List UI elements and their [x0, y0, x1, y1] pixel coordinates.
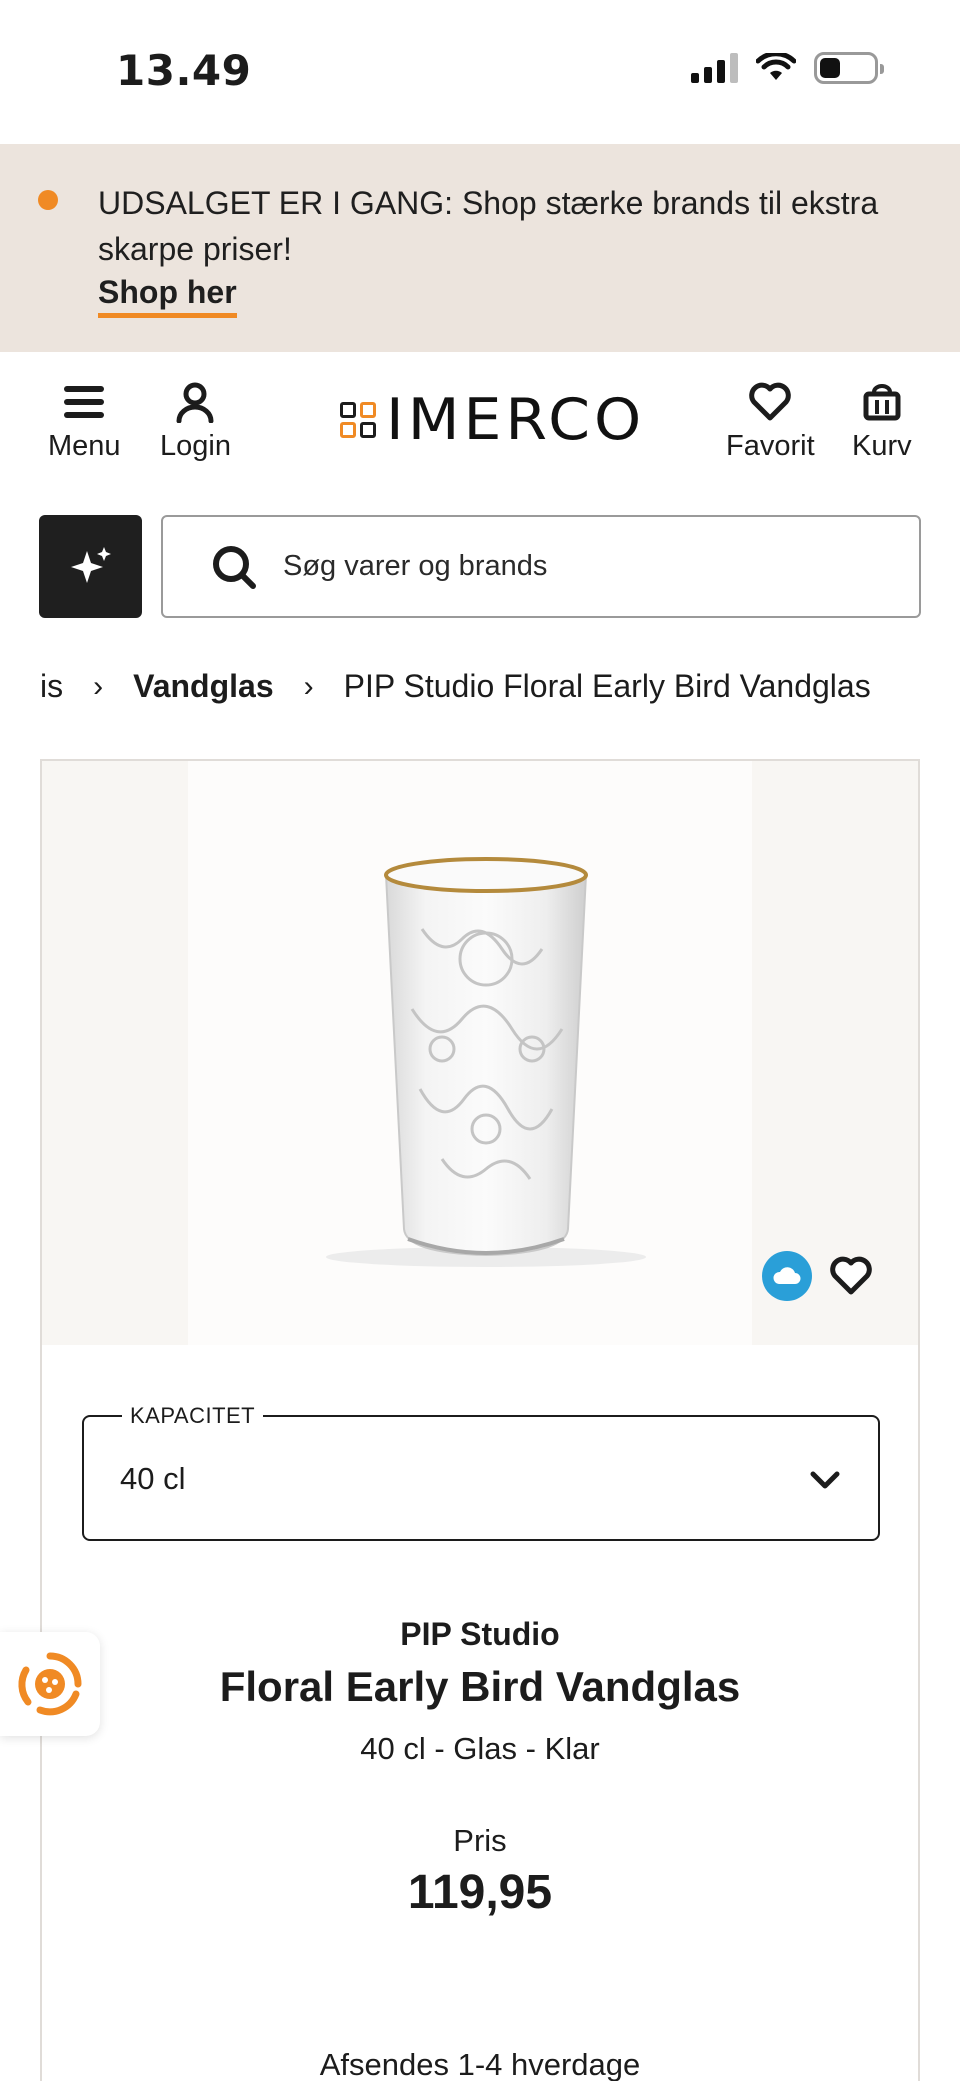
product-name: Floral Early Bird Vandglas — [219, 1663, 741, 1710]
loyalty-widget-button[interactable] — [0, 1632, 100, 1736]
price-label: Pris — [453, 1823, 507, 1858]
logo-text: IMERCO — [386, 386, 646, 454]
chevron-right-icon: › — [303, 669, 314, 703]
sparkles-icon — [70, 546, 111, 583]
battery-icon — [814, 52, 884, 84]
status-bar: 13.49 — [0, 0, 960, 144]
cart-button[interactable]: Kurv — [852, 380, 912, 463]
heart-icon — [748, 380, 792, 424]
capacity-label: KAPACITET — [122, 1403, 264, 1429]
product-card: KAPACITET 40 cl PIP Studio Floral Early … — [40, 759, 920, 2081]
basket-icon — [862, 380, 902, 424]
login-label: Login — [160, 430, 231, 462]
imerco-logo[interactable]: IMERCO — [340, 390, 645, 450]
promo-shop-link[interactable]: Shop her — [98, 274, 237, 318]
breadcrumb-current: PIP Studio Floral Early Bird Vandglas — [343, 668, 871, 704]
user-icon — [175, 380, 215, 424]
menu-button[interactable]: Menu — [48, 380, 121, 463]
hamburger-icon — [64, 380, 105, 424]
favorite-button[interactable]: Favorit — [726, 380, 815, 463]
product-brand[interactable]: PIP Studio — [42, 1616, 918, 1653]
chevron-right-icon: › — [93, 669, 104, 703]
promo-text: UDSALGET ER I GANG: Shop stærke brands t… — [98, 185, 879, 267]
search-icon — [211, 544, 257, 590]
promo-banner: UDSALGET ER I GANG: Shop stærke brands t… — [0, 144, 960, 352]
capacity-select[interactable]: KAPACITET 40 cl — [82, 1403, 880, 1541]
search-input[interactable] — [283, 550, 843, 583]
favorite-heart-icon[interactable] — [826, 1251, 876, 1301]
favorite-label: Favorit — [726, 430, 815, 462]
ai-assistant-button[interactable] — [39, 515, 142, 618]
login-button[interactable]: Login — [160, 380, 231, 463]
product-price: 119,95 — [407, 1866, 553, 1919]
breadcrumb-item-partial[interactable]: is — [40, 668, 63, 705]
status-icons — [691, 52, 884, 84]
chevron-down-icon — [806, 1461, 844, 1499]
product-image[interactable] — [42, 761, 918, 1345]
water-glass-image — [326, 857, 646, 1267]
breadcrumb: is › Vandglas › PIP Studio Floral Early … — [0, 668, 960, 724]
loyalty-icon — [18, 1652, 82, 1716]
promo-dot — [38, 190, 58, 210]
breadcrumb-item-vandglas[interactable]: Vandglas — [133, 668, 274, 705]
menu-label: Menu — [48, 430, 121, 462]
shipping-info: Afsendes 1-4 hverdage — [319, 2047, 641, 2081]
wifi-icon — [756, 53, 796, 80]
cart-label: Kurv — [852, 430, 912, 462]
status-time: 13.49 — [116, 46, 252, 95]
search-box[interactable] — [161, 515, 921, 618]
site-header: Menu Login IMERCO Favorit Kurv — [0, 352, 960, 480]
capacity-value: 40 cl — [120, 1461, 186, 1496]
cloud-sync-icon[interactable] — [762, 1251, 812, 1301]
signal-icon — [691, 53, 738, 83]
product-variant: 40 cl - Glas - Klar — [360, 1731, 600, 1766]
logo-mark-icon — [340, 402, 376, 438]
